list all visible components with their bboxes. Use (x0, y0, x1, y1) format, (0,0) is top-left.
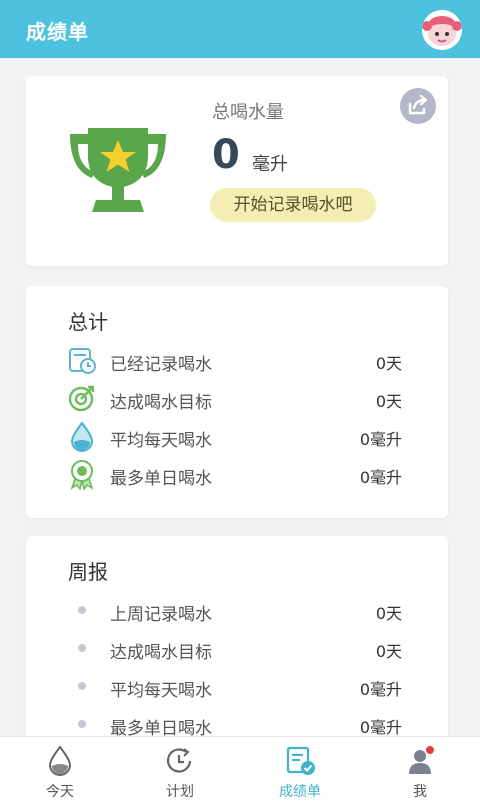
weekly-row-recorded-days: 上周记录喝水 0天 (66, 592, 402, 630)
bullet-dot (78, 682, 86, 690)
stat-row-average-daily: 平均每天喝水 0毫升 (66, 418, 402, 456)
tab-label: 计划 (166, 784, 194, 800)
stat-label: 最多单日喝水 (110, 469, 212, 489)
stat-value: 0毫升 (359, 718, 402, 737)
share-button[interactable] (400, 88, 436, 124)
weekly-report-card: 周报 上周记录喝水 0天 达成喝水目标 0天 平均每天喝水 0毫升 最多单日喝水… (26, 536, 448, 766)
tab-plan[interactable]: 计划 (120, 737, 240, 801)
summary-card: 总喝水量 0 毫升 开始记录喝水吧 (26, 76, 448, 266)
page-title: 成绩单 (26, 20, 89, 44)
stat-value: 0毫升 (359, 468, 402, 487)
stat-row-goal-days: 达成喝水目标 0天 (66, 380, 402, 418)
tab-label: 今天 (46, 784, 74, 800)
medal-icon (70, 460, 94, 490)
water-drop-icon (70, 421, 94, 452)
stat-row-recorded-days: 已经记录喝水 0天 (66, 342, 402, 380)
water-drop-icon (48, 745, 72, 776)
bottom-tab-bar: 今天 计划 成绩单 我 (0, 736, 480, 801)
stat-label: 平均每天喝水 (110, 431, 212, 451)
bullet-dot (78, 606, 86, 614)
tab-report[interactable]: 成绩单 (240, 737, 360, 801)
tab-label: 我 (413, 784, 427, 800)
app-header: 成绩单 (0, 0, 480, 58)
stat-label: 平均每天喝水 (110, 681, 212, 701)
stat-label: 上周记录喝水 (110, 605, 212, 625)
bullet-dot (78, 644, 86, 652)
total-intake-label: 总喝水量 (212, 102, 284, 123)
weekly-row-average-daily: 平均每天喝水 0毫升 (66, 668, 402, 706)
total-intake-value: 0 (212, 132, 240, 178)
stat-value: 0天 (375, 354, 402, 373)
stat-value: 0毫升 (359, 430, 402, 449)
stat-label: 达成喝水目标 (110, 643, 212, 663)
tab-label: 成绩单 (279, 784, 321, 800)
total-section-title: 总计 (68, 310, 108, 334)
total-stats-card: 总计 已经记录喝水 0天 达成喝水目标 0天 平均每天喝水 0毫升 最多单日喝水… (26, 286, 448, 518)
weekly-row-goal-days: 达成喝水目标 0天 (66, 630, 402, 668)
stat-value: 0天 (375, 392, 402, 411)
target-icon (68, 385, 95, 412)
calendar-clock-icon (69, 348, 96, 374)
tab-today[interactable]: 今天 (0, 737, 120, 801)
stat-label: 已经记录喝水 (110, 355, 212, 375)
clock-icon (166, 748, 192, 773)
stat-row-max-daily: 最多单日喝水 0毫升 (66, 456, 402, 494)
stat-label: 达成喝水目标 (110, 393, 212, 413)
stat-value: 0毫升 (359, 680, 402, 699)
weekly-section-title: 周报 (68, 560, 108, 584)
report-check-icon (286, 746, 315, 775)
share-icon (408, 94, 428, 115)
tab-me[interactable]: 我 (360, 737, 480, 801)
avatar[interactable] (422, 10, 462, 50)
stat-value: 0天 (375, 604, 402, 623)
profile-icon (409, 746, 434, 774)
stat-value: 0天 (375, 642, 402, 661)
trophy-icon (70, 128, 166, 212)
total-intake-unit: 毫升 (252, 154, 288, 175)
start-recording-button[interactable]: 开始记录喝水吧 (210, 188, 376, 222)
bullet-dot (78, 720, 86, 728)
girl-face-icon (422, 10, 462, 50)
